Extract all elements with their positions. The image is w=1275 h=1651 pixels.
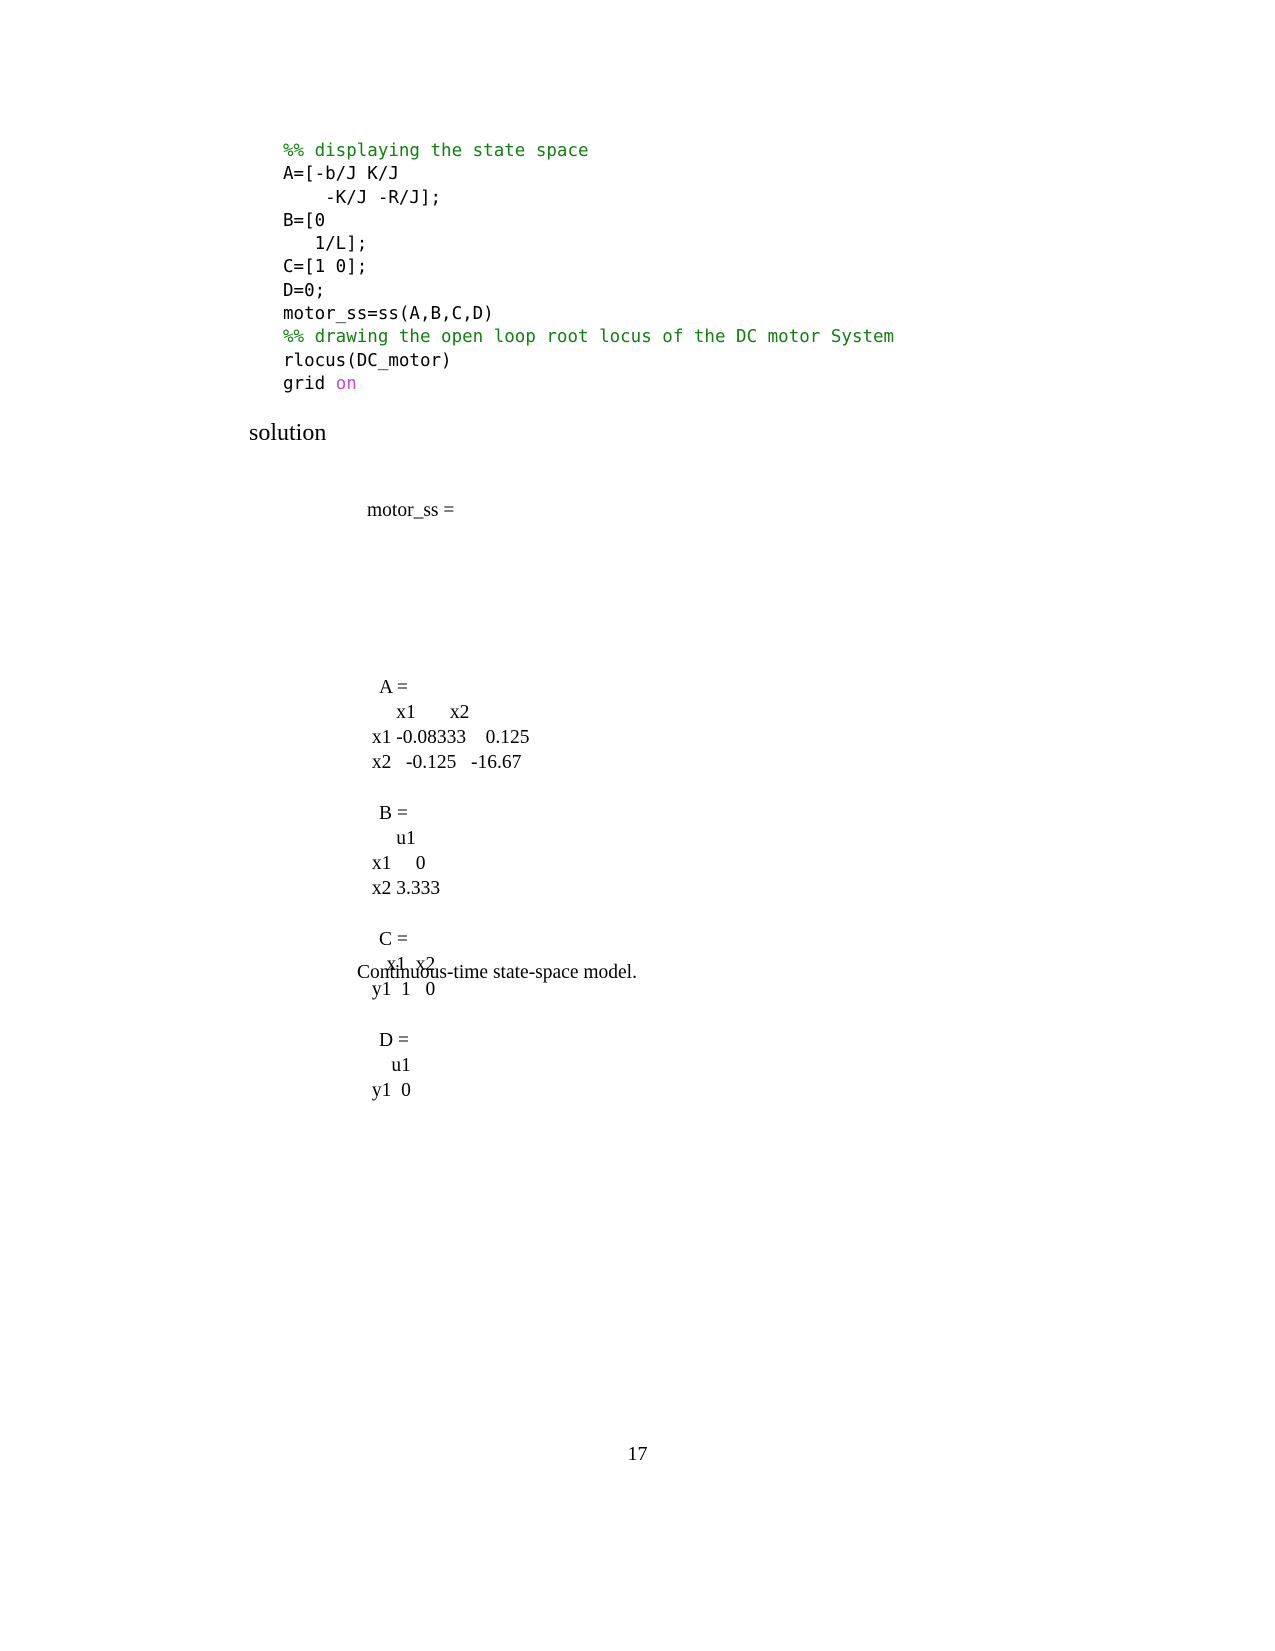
code-token-plain: A=[-b/J K/J (283, 164, 399, 185)
result-variable-name: motor_ss = (367, 500, 455, 522)
matrix-list: A = x1 x2 x1 -0.08333 0.125 x2 -0.125 -1… (357, 650, 530, 1104)
code-line-4: B=[0 (283, 210, 894, 233)
matrix-row: x2 -0.125 -16.67 (367, 752, 522, 774)
code-token-plain: C=[1 0]; (283, 257, 368, 278)
code-line-3: -K/J -R/J]; (283, 187, 894, 210)
matrix-block-c: C = x1 x2 y1 1 0 (357, 902, 530, 1003)
matrix-column-header: u1 (367, 1054, 411, 1076)
code-line-8: motor_ss=ss(A,B,C,D) (283, 303, 894, 326)
matrix-block-a: A = x1 x2 x1 -0.08333 0.125 x2 -0.125 -1… (357, 650, 530, 776)
matrix-row: x2 3.333 (367, 878, 441, 900)
code-line-11: grid on (283, 373, 894, 396)
matrix-label: A = (379, 676, 408, 698)
code-line-9: %% drawing the open loop root locus of t… (283, 326, 894, 349)
code-token-plain: -K/J -R/J]; (283, 187, 442, 208)
matrix-column-header: x1 x2 (367, 702, 470, 723)
matrix-row: y1 0 (367, 1080, 411, 1101)
matrix-block-b: B = u1 x1 0 x2 3.333 (357, 776, 530, 902)
code-line-6: C=[1 0]; (283, 256, 894, 279)
code-token-plain: D=0; (283, 280, 326, 301)
code-token-keyword: on (335, 373, 357, 394)
matlab-code-block: %% displaying the state space A=[-b/J K/J… (283, 140, 894, 396)
matrix-label: D = (379, 1029, 409, 1051)
code-line-5: 1/L]; (283, 233, 894, 256)
model-type-note: Continuous-time state-space model. (357, 962, 637, 983)
code-line-7: D=0; (283, 280, 894, 303)
code-line-1: %% displaying the state space (283, 140, 894, 163)
code-token-comment: %% displaying the state space (283, 141, 589, 161)
code-token-plain: grid (283, 373, 336, 394)
code-token-plain: motor_ss=ss(A,B,C,D) (283, 304, 494, 325)
code-token-plain: B=[0 (283, 210, 326, 231)
matrix-row: x1 0 (367, 853, 426, 875)
matrix-row: x1 -0.08333 0.125 (367, 727, 530, 749)
matlab-console-output: motor_ss = A = x1 x2 x1 -0.08333 0.125 x… (357, 448, 530, 1154)
matrix-block-d: D = u1 y1 0 (357, 1002, 530, 1103)
code-token-plain: rlocus(DC_motor) (283, 350, 452, 371)
code-token-plain: 1/L]; (283, 234, 368, 255)
matrix-label: C = (379, 928, 408, 950)
matrix-label: B = (379, 802, 408, 824)
page-number: 17 (627, 1443, 648, 1465)
solution-heading: solution (249, 420, 327, 446)
code-token-comment: %% drawing the open loop root locus of t… (283, 327, 895, 348)
code-line-2: A=[-b/J K/J (283, 163, 894, 186)
code-line-10: rlocus(DC_motor) (283, 350, 894, 373)
document-page: %% displaying the state space A=[-b/J K/J… (0, 0, 1275, 1651)
matrix-column-header: u1 (367, 828, 416, 849)
